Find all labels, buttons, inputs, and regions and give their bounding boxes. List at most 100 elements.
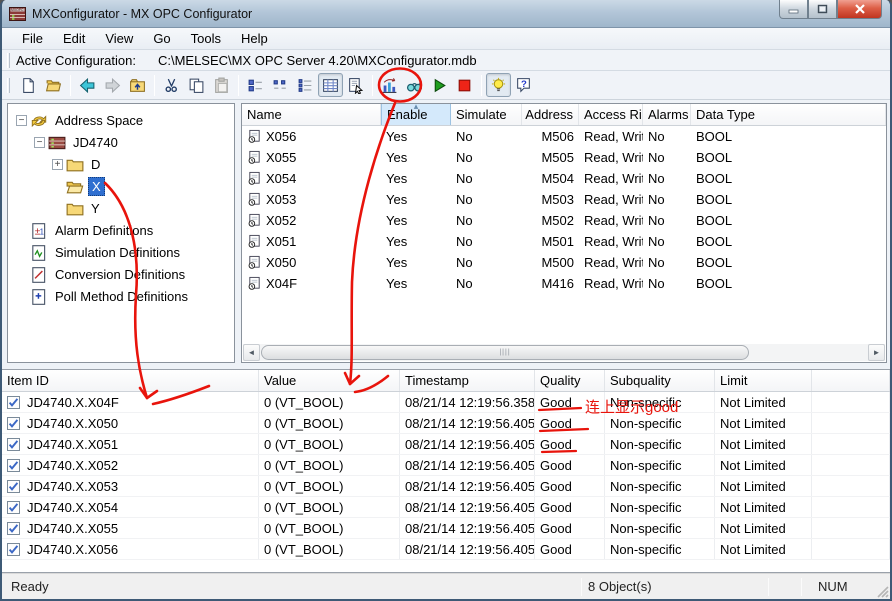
- monitor-row[interactable]: JD4740.X.X04F0 (VT_BOOL)08/21/14 12:19:5…: [2, 392, 890, 413]
- tag-column-header-access[interactable]: Access Ri...: [579, 104, 643, 125]
- cell-name: X054: [242, 168, 381, 189]
- menu-view[interactable]: View: [95, 29, 143, 48]
- tag-row[interactable]: X055YesNoM505Read, WriteNoBOOL: [242, 147, 886, 168]
- minimize-button[interactable]: [779, 0, 808, 19]
- view-list-button[interactable]: [293, 73, 318, 97]
- maximize-button[interactable]: [808, 0, 837, 19]
- tag-column-header-enable[interactable]: Enable▴: [381, 104, 451, 125]
- row-checkbox[interactable]: [7, 396, 20, 409]
- stop-button[interactable]: [452, 73, 477, 97]
- tree-item-poll-method-definitions[interactable]: Poll Method Definitions: [8, 285, 234, 307]
- tag-column-header-alarms[interactable]: Alarms: [643, 104, 691, 125]
- resize-grip[interactable]: [870, 574, 890, 599]
- bar-grip[interactable]: [7, 53, 10, 68]
- open-button[interactable]: [41, 73, 66, 97]
- cell-enable: Yes: [381, 210, 451, 231]
- scroll-right-button[interactable]: ►: [868, 344, 885, 361]
- tag-row[interactable]: X04FYesNoM416Read, WriteNoBOOL: [242, 273, 886, 294]
- start-button[interactable]: [427, 73, 452, 97]
- monitor-row[interactable]: JD4740.X.X0560 (VT_BOOL)08/21/14 12:19:5…: [2, 539, 890, 560]
- tree-expander[interactable]: −: [34, 137, 45, 148]
- tree-item-address-space[interactable]: −Address Space: [8, 109, 234, 131]
- cell-subquality: Non-specific: [605, 518, 715, 538]
- cell-quality: Good: [535, 413, 605, 433]
- monitor-column-header-val[interactable]: Value: [259, 370, 400, 391]
- up-level-button[interactable]: [125, 73, 150, 97]
- tree-item-conversion-definitions[interactable]: Conversion Definitions: [8, 263, 234, 285]
- menu-edit[interactable]: Edit: [53, 29, 95, 48]
- monitor-row[interactable]: JD4740.X.X0540 (VT_BOOL)08/21/14 12:19:5…: [2, 497, 890, 518]
- scroll-left-button[interactable]: ◄: [243, 344, 260, 361]
- tag-row[interactable]: X056YesNoM506Read, WriteNoBOOL: [242, 126, 886, 147]
- tree-item-x[interactable]: X: [8, 175, 234, 197]
- menu-file[interactable]: File: [12, 29, 53, 48]
- properties-button[interactable]: [343, 73, 368, 97]
- scrollbar-thumb[interactable]: ||||: [261, 345, 749, 360]
- view-small-icons-button[interactable]: [268, 73, 293, 97]
- cell-simulate: No: [451, 231, 522, 252]
- tree-item-simulation-definitions[interactable]: Simulation Definitions: [8, 241, 234, 263]
- monitor-column-header-id[interactable]: Item ID: [2, 370, 259, 391]
- paste-button[interactable]: [209, 73, 234, 97]
- monitor-column-header-sub[interactable]: Subquality: [605, 370, 715, 391]
- tree-item-jd4740[interactable]: −JD4740: [8, 131, 234, 153]
- tree-expander[interactable]: +: [52, 159, 63, 170]
- copy-button[interactable]: [184, 73, 209, 97]
- cell-timestamp: 08/21/14 12:19:56.405: [400, 434, 535, 454]
- row-checkbox[interactable]: [7, 459, 20, 472]
- tree-item-d[interactable]: +D: [8, 153, 234, 175]
- tree-expander[interactable]: −: [16, 115, 27, 126]
- menu-tools[interactable]: Tools: [181, 29, 231, 48]
- toolbar-grip[interactable]: [7, 78, 10, 93]
- details-view-icon: [322, 77, 339, 94]
- view-large-icons-button[interactable]: [243, 73, 268, 97]
- monitor-row[interactable]: JD4740.X.X0530 (VT_BOOL)08/21/14 12:19:5…: [2, 476, 890, 497]
- cut-button[interactable]: [159, 73, 184, 97]
- new-button[interactable]: [16, 73, 41, 97]
- tag-row[interactable]: X052YesNoM502Read, WriteNoBOOL: [242, 210, 886, 231]
- tag-column-header-name[interactable]: Name: [242, 104, 381, 125]
- tag-icon: [247, 213, 262, 228]
- tag-row[interactable]: X051YesNoM501Read, WriteNoBOOL: [242, 231, 886, 252]
- tree-item-alarm-definitions[interactable]: ±1Alarm Definitions: [8, 219, 234, 241]
- tag-row[interactable]: X054YesNoM504Read, WriteNoBOOL: [242, 168, 886, 189]
- menu-help[interactable]: Help: [231, 29, 278, 48]
- tag-column-header-type[interactable]: Data Type: [691, 104, 886, 125]
- tree-item-y[interactable]: Y: [8, 197, 234, 219]
- tag-column-header-addr[interactable]: Address: [522, 104, 579, 125]
- tag-row[interactable]: X053YesNoM503Read, WriteNoBOOL: [242, 189, 886, 210]
- monitor-column-header-ts[interactable]: Timestamp: [400, 370, 535, 391]
- tree-item-label: D: [88, 156, 103, 173]
- row-checkbox[interactable]: [7, 438, 20, 451]
- help-button[interactable]: ?: [511, 73, 536, 97]
- forward-button[interactable]: [100, 73, 125, 97]
- cell-access: Read, Write: [579, 168, 643, 189]
- statistics-button[interactable]: [377, 73, 402, 97]
- cell-timestamp: 08/21/14 12:19:56.405: [400, 497, 535, 517]
- row-checkbox[interactable]: [7, 501, 20, 514]
- monitor-row[interactable]: JD4740.X.X0500 (VT_BOOL)08/21/14 12:19:5…: [2, 413, 890, 434]
- cell-timestamp: 08/21/14 12:19:56.405: [400, 413, 535, 433]
- monitor-button[interactable]: [402, 73, 427, 97]
- row-checkbox[interactable]: [7, 522, 20, 535]
- row-checkbox[interactable]: [7, 417, 20, 430]
- row-checkbox[interactable]: [7, 543, 20, 556]
- view-details-button[interactable]: [318, 73, 343, 97]
- close-button[interactable]: [837, 0, 882, 19]
- menu-go[interactable]: Go: [143, 29, 180, 48]
- monitor-column-header-lim[interactable]: Limit: [715, 370, 812, 391]
- monitor-row[interactable]: JD4740.X.X0550 (VT_BOOL)08/21/14 12:19:5…: [2, 518, 890, 539]
- tag-row[interactable]: X050YesNoM500Read, WriteNoBOOL: [242, 252, 886, 273]
- tips-button[interactable]: [486, 73, 511, 97]
- monitor-row[interactable]: JD4740.X.X0510 (VT_BOOL)08/21/14 12:19:5…: [2, 434, 890, 455]
- cell-timestamp: 08/21/14 12:19:56.405: [400, 518, 535, 538]
- monitor-column-header-q[interactable]: Quality: [535, 370, 605, 391]
- cell-timestamp: 08/21/14 12:19:56.405: [400, 476, 535, 496]
- monitor-row[interactable]: JD4740.X.X0520 (VT_BOOL)08/21/14 12:19:5…: [2, 455, 890, 476]
- scrollbar-track[interactable]: ||||: [260, 344, 868, 361]
- cell-address: M416: [522, 273, 579, 294]
- back-button[interactable]: [75, 73, 100, 97]
- window-title: MXConfigurator - MX OPC Configurator: [32, 7, 252, 21]
- row-checkbox[interactable]: [7, 480, 20, 493]
- tag-column-header-sim[interactable]: Simulate: [451, 104, 522, 125]
